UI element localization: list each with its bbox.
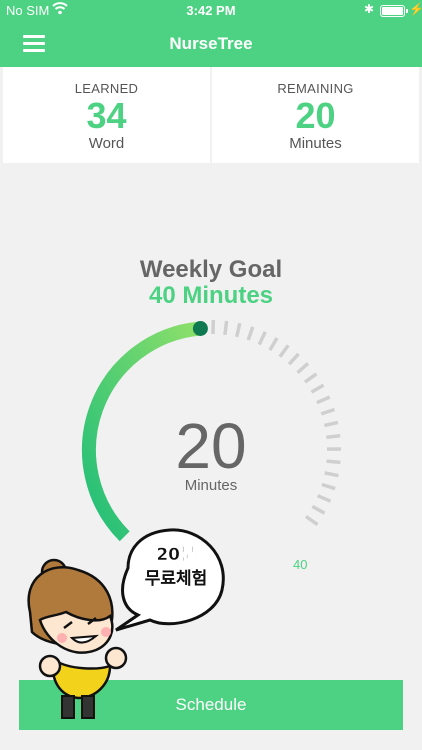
weekly-goal-value: 40 Minutes [148, 282, 274, 309]
learned-value: 34 [86, 95, 127, 136]
gauge-max-label: 40 [293, 557, 308, 572]
gauge-knob [192, 321, 208, 336]
gauge-tick [303, 372, 318, 384]
remaining-card: REMAINING 20 Minutes [212, 67, 419, 163]
weekly-goal-title: Weekly Goal [139, 256, 283, 283]
learned-unit: Word [88, 135, 125, 152]
status-time: 3:42 PM [186, 3, 236, 18]
badge-line-1: 20분 [156, 545, 196, 565]
bluetooth-icon: ✱ [364, 2, 375, 16]
learned-card: LEARNED 34 Word [3, 67, 210, 163]
status-bar: No SIM 3:42 PM ✱ ⚡ [0, 0, 422, 22]
gauge-tick [278, 344, 290, 358]
badge-line-2: 무료체험 [145, 568, 208, 589]
battery-icon [380, 5, 408, 17]
remaining-value: 20 [295, 95, 336, 136]
gauge-tick [311, 504, 326, 515]
gauge-tick [287, 352, 300, 366]
app-title: NurseTree [169, 34, 253, 53]
learned-label: LEARNED [74, 81, 139, 96]
gauge-value: 20 [175, 410, 247, 482]
gauge-tick [310, 383, 325, 394]
gauge-tick [257, 331, 267, 346]
gauge-tick [304, 515, 319, 527]
gauge-tick [268, 337, 279, 351]
gauge-tick [316, 494, 332, 503]
app-header: No SIM 3:42 PM ✱ ⚡ NurseTree [0, 0, 422, 67]
free-trial-mascot[interactable]: 20분 무료체험 [10, 520, 230, 725]
gauge-tick [223, 320, 229, 336]
charging-icon: ⚡ [409, 2, 422, 16]
gauge-tick [246, 326, 255, 341]
gauge-unit: Minutes [184, 477, 238, 494]
remaining-unit: Minutes [289, 135, 342, 152]
gauge-tick [296, 362, 310, 375]
gauge-tick [316, 395, 331, 405]
character-illustration [27, 558, 128, 719]
gauge-tick [234, 322, 242, 338]
remaining-label: REMAINING [277, 81, 354, 96]
speech-bubble: 20분 무료체험 [115, 528, 225, 632]
stats-panel: LEARNED 34 Word REMAINING 20 Minutes [3, 67, 419, 163]
